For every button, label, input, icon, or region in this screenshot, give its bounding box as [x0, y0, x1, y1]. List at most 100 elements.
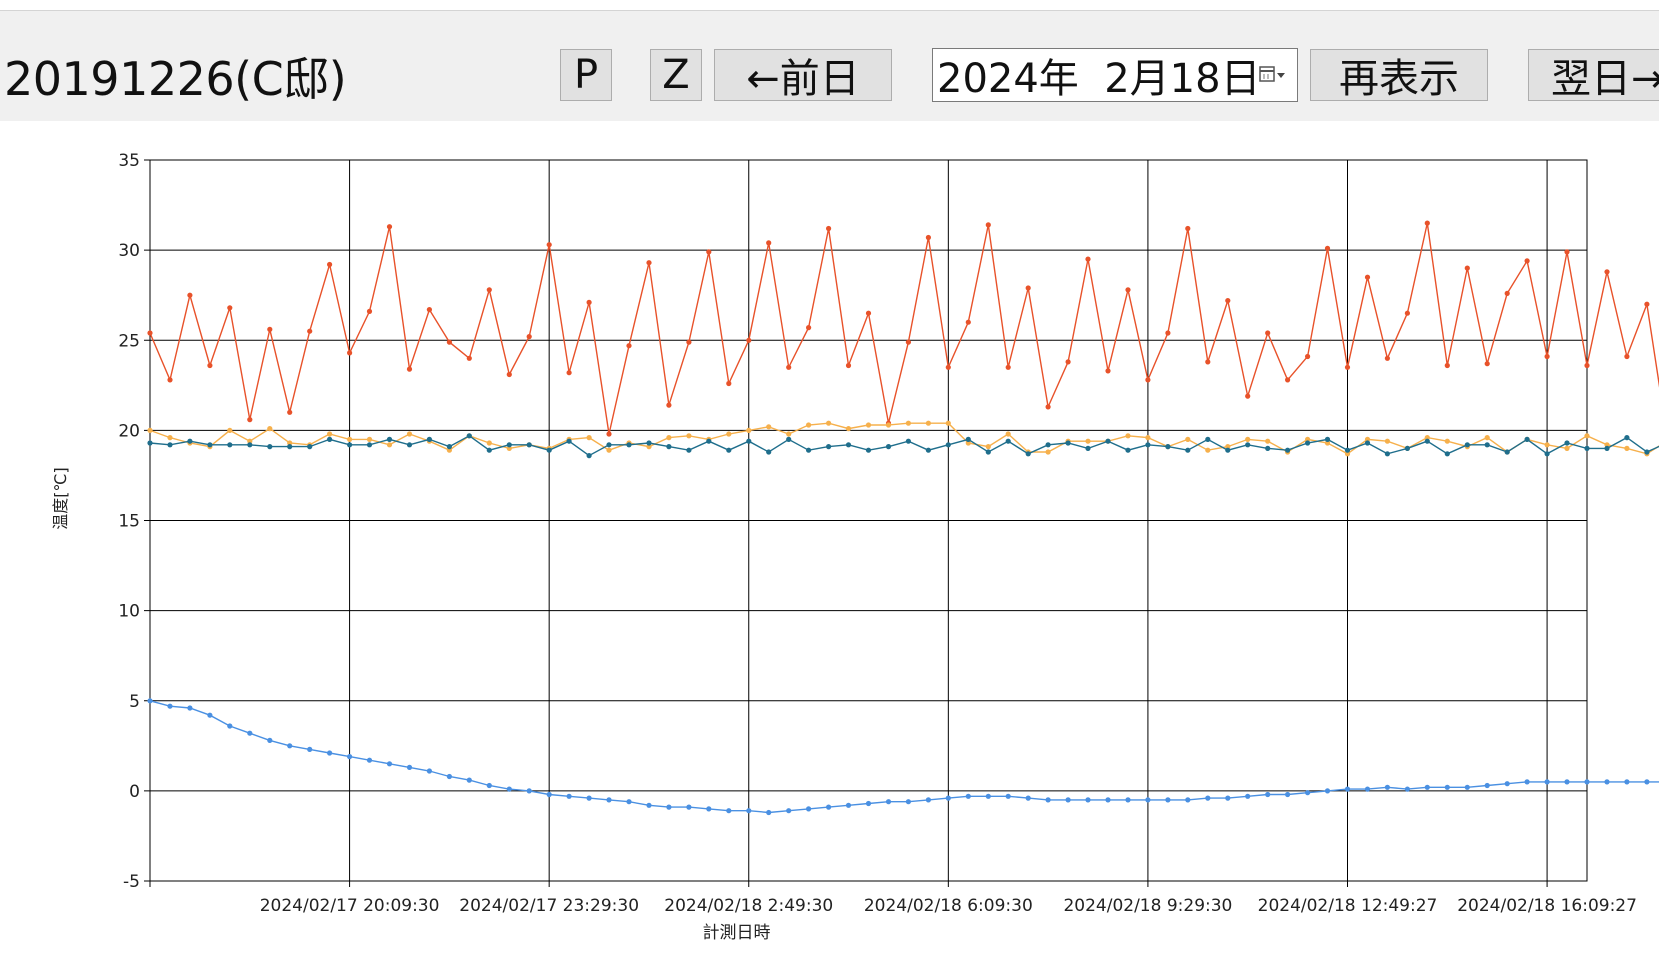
next-day-button[interactable]: 翌日→: [1528, 49, 1659, 101]
data-point-teal: [307, 444, 313, 450]
data-point-teal: [1624, 435, 1630, 441]
y-tick-label: 0: [129, 782, 140, 802]
data-point-light_blue: [1085, 797, 1091, 803]
data-point-light_blue: [307, 746, 313, 753]
data-point-light_blue: [586, 795, 592, 801]
data-point-teal: [1145, 442, 1151, 448]
data-point-teal: [786, 436, 792, 442]
data-point-light_blue: [546, 791, 552, 798]
data-point-yellow_orange: [267, 426, 273, 432]
data-point-teal: [1305, 440, 1311, 446]
data-point-teal: [666, 444, 672, 450]
data-point-orange_red: [546, 242, 552, 248]
data-point-yellow_orange: [606, 447, 612, 453]
data-point-yellow_orange: [167, 435, 173, 441]
data-point-light_blue: [606, 797, 612, 803]
data-point-orange_red: [1285, 377, 1291, 383]
data-point-light_blue: [1604, 779, 1610, 785]
data-point-light_blue: [486, 782, 492, 789]
x-tick-label: 2024/02/18 16:09:27: [1457, 896, 1637, 916]
data-point-light_blue: [1285, 791, 1291, 798]
data-point-yellow_orange: [347, 436, 353, 442]
data-point-orange_red: [526, 334, 532, 340]
data-point-light_blue: [686, 804, 692, 810]
data-point-teal: [147, 440, 153, 446]
data-point-yellow_orange: [586, 435, 592, 441]
data-point-light_blue: [905, 799, 912, 805]
data-point-orange_red: [207, 362, 213, 369]
prev-day-button[interactable]: ←前日: [714, 49, 892, 101]
data-point-teal: [1285, 447, 1291, 453]
data-point-yellow_orange: [905, 420, 912, 426]
data-point-teal: [865, 447, 872, 453]
data-point-teal: [227, 442, 233, 448]
data-point-light_blue: [1444, 784, 1450, 790]
calendar-dropdown-icon[interactable]: [1259, 65, 1287, 85]
data-point-yellow_orange: [1444, 438, 1450, 444]
data-point-teal: [1644, 449, 1650, 455]
data-point-teal: [486, 447, 492, 453]
data-point-orange_red: [1165, 330, 1171, 336]
data-point-light_blue: [386, 761, 393, 767]
data-point-orange_red: [426, 307, 432, 313]
y-tick-label: 35: [118, 151, 140, 171]
data-point-light_blue: [287, 743, 293, 749]
data-point-teal: [646, 440, 652, 446]
data-point-light_blue: [247, 730, 253, 736]
data-point-teal: [506, 442, 512, 448]
date-picker[interactable]: 2024年 2月18日: [932, 48, 1298, 102]
data-point-light_blue: [1265, 791, 1271, 798]
data-point-teal: [1484, 442, 1490, 448]
data-point-light_blue: [566, 793, 572, 799]
data-point-light_blue: [1305, 790, 1311, 796]
data-point-teal: [247, 442, 253, 448]
data-point-orange_red: [746, 337, 752, 343]
data-point-light_blue: [466, 777, 472, 783]
data-point-yellow_orange: [227, 427, 233, 433]
z-button[interactable]: Z: [650, 49, 702, 101]
data-point-light_blue: [1524, 779, 1530, 785]
data-point-teal: [1185, 447, 1191, 453]
data-point-orange_red: [1205, 359, 1211, 365]
data-point-orange_red: [706, 249, 712, 255]
data-point-teal: [885, 444, 892, 450]
data-point-orange_red: [1344, 364, 1351, 370]
data-point-light_blue: [1005, 793, 1011, 799]
data-point-teal: [766, 449, 772, 455]
refresh-button[interactable]: 再表示: [1310, 49, 1488, 101]
data-point-orange_red: [1065, 359, 1071, 365]
data-point-orange_red: [1544, 353, 1550, 360]
data-point-orange_red: [1524, 258, 1530, 264]
data-point-orange_red: [1384, 355, 1390, 361]
data-point-teal: [925, 447, 932, 453]
data-point-orange_red: [247, 417, 253, 423]
data-point-light_blue: [1364, 786, 1371, 792]
x-tick-label: 2024/02/17 20:09:30: [260, 896, 440, 916]
data-point-teal: [1604, 445, 1610, 451]
data-point-light_blue: [327, 750, 333, 756]
data-point-yellow_orange: [366, 436, 373, 442]
p-button[interactable]: P: [560, 49, 612, 101]
y-tick-label: 15: [118, 512, 140, 532]
data-point-orange_red: [1504, 290, 1510, 296]
data-point-orange_red: [187, 292, 193, 298]
data-point-light_blue: [666, 804, 672, 810]
data-point-light_blue: [1384, 784, 1390, 790]
data-point-yellow_orange: [1624, 445, 1630, 451]
data-point-teal: [726, 447, 732, 453]
data-point-orange_red: [1464, 265, 1470, 271]
data-point-yellow_orange: [985, 444, 991, 450]
data-point-light_blue: [806, 806, 812, 812]
data-point-light_blue: [1025, 795, 1031, 801]
data-point-light_blue: [187, 705, 193, 711]
data-point-orange_red: [646, 260, 652, 266]
x-tick-label: 2024/02/17 23:29:30: [459, 896, 639, 916]
data-point-light_blue: [826, 804, 832, 810]
data-point-yellow_orange: [885, 422, 892, 428]
data-point-teal: [1384, 451, 1390, 457]
data-point-yellow_orange: [1265, 438, 1271, 444]
data-point-orange_red: [347, 350, 353, 356]
data-point-teal: [1584, 445, 1590, 451]
data-point-orange_red: [1444, 362, 1450, 369]
data-point-yellow_orange: [486, 440, 492, 446]
